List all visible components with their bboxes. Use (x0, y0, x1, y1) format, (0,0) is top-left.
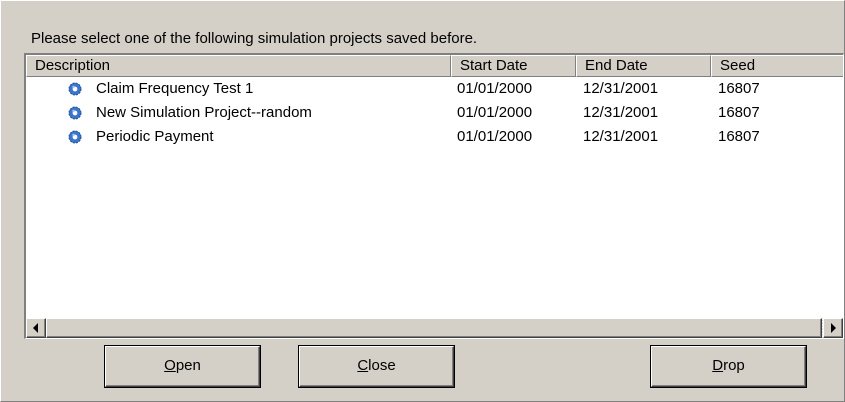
column-header-start-date[interactable]: Start Date (451, 55, 576, 77)
prompt-text: Please select one of the following simul… (31, 30, 478, 47)
list-rows: Claim Frequency Test 1 01/01/2000 12/31/… (26, 77, 843, 149)
arrow-right-icon (831, 323, 836, 333)
list-item[interactable]: New Simulation Project--random 01/01/200… (26, 101, 843, 125)
arrow-left-icon (33, 323, 38, 333)
gear-icon (68, 82, 82, 96)
row-description: Claim Frequency Test 1 (96, 80, 254, 97)
row-end-date: 12/31/2001 (583, 104, 659, 121)
list-item[interactable]: Claim Frequency Test 1 01/01/2000 12/31/… (26, 77, 843, 101)
row-description: Periodic Payment (96, 128, 214, 145)
row-start-date: 01/01/2000 (457, 128, 533, 145)
close-button[interactable]: Close (299, 346, 454, 387)
scrollbar-thumb[interactable] (46, 318, 822, 338)
row-seed: 16807 (718, 80, 760, 97)
row-description: New Simulation Project--random (96, 104, 312, 121)
row-seed: 16807 (718, 128, 760, 145)
projects-list[interactable]: Description Start Date End Date Seed Cla… (24, 53, 844, 339)
open-button-mnemonic: O (164, 357, 176, 374)
row-end-date: 12/31/2001 (583, 128, 659, 145)
column-header-description[interactable]: Description (26, 55, 451, 77)
gear-icon (68, 130, 82, 144)
list-item[interactable]: Periodic Payment 01/01/2000 12/31/2001 1… (26, 125, 843, 149)
drop-button-mnemonic: D (712, 357, 724, 374)
open-button[interactable]: Open (105, 346, 260, 387)
row-start-date: 01/01/2000 (457, 104, 533, 121)
drop-button[interactable]: Drop (651, 346, 806, 387)
list-header: Description Start Date End Date Seed (26, 55, 843, 77)
gear-icon (68, 106, 82, 120)
open-button-label: pen (175, 357, 201, 374)
column-header-end-date[interactable]: End Date (576, 55, 711, 77)
scroll-left-button[interactable] (26, 318, 46, 338)
close-button-label: lose (368, 357, 396, 374)
row-seed: 16807 (718, 104, 760, 121)
row-end-date: 12/31/2001 (583, 80, 659, 97)
horizontal-scrollbar[interactable] (26, 318, 843, 338)
close-button-mnemonic: C (357, 357, 369, 374)
column-header-seed[interactable]: Seed (711, 55, 843, 77)
row-start-date: 01/01/2000 (457, 80, 533, 97)
scroll-right-button[interactable] (823, 318, 843, 338)
drop-button-label: rop (723, 357, 745, 374)
